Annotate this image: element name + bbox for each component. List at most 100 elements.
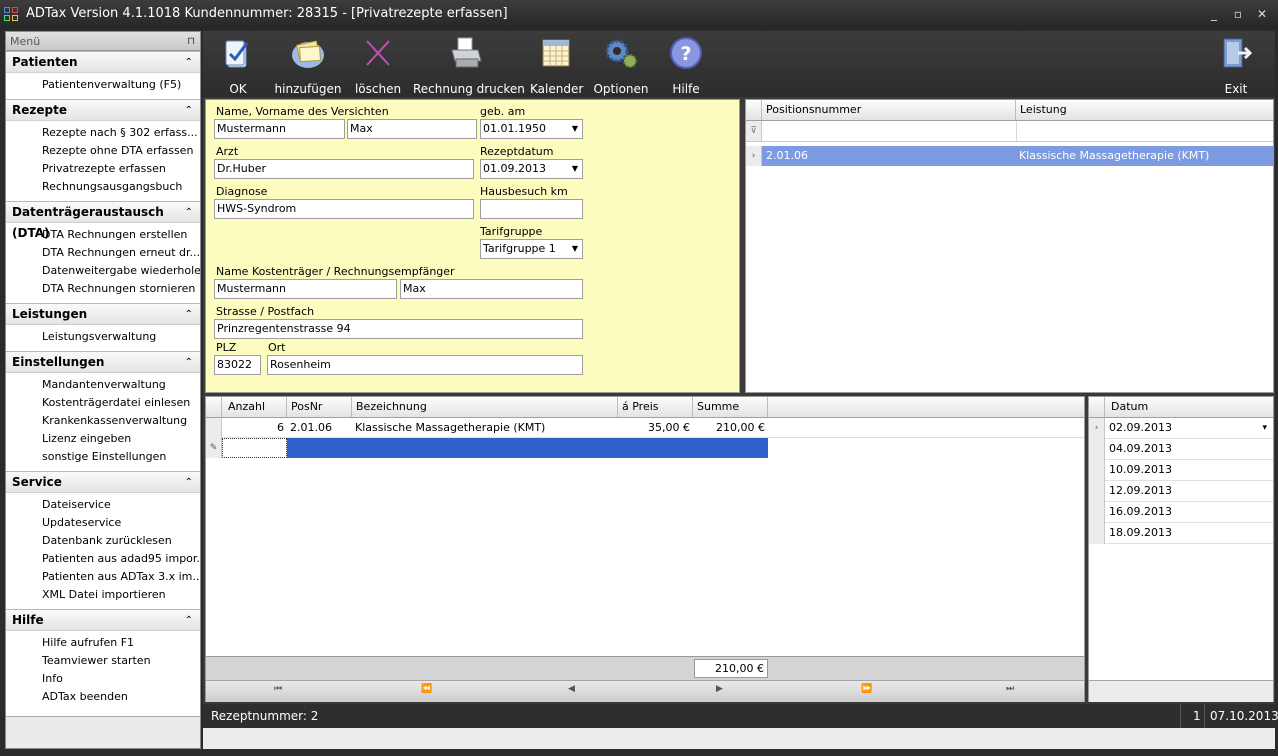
sidebar-item[interactable]: Datenweitergabe wiederholen <box>6 262 200 280</box>
collapse-chevron-icon[interactable]: ⌃ <box>185 352 193 373</box>
calendar-button[interactable]: Kalender <box>530 35 583 97</box>
sidebar-item[interactable]: Privatrezepte erfassen <box>6 160 200 178</box>
close-button[interactable]: ✕ <box>1254 6 1270 22</box>
sidebar-item[interactable]: Leistungsverwaltung <box>6 328 200 346</box>
new-qty-cell[interactable] <box>222 438 287 458</box>
last-page-icon[interactable]: ⏭ <box>1006 684 1014 694</box>
payer-last-name-field[interactable]: Mustermann <box>214 279 397 299</box>
sidebar-group-header[interactable]: Service ⌃ <box>6 471 200 493</box>
first-page-icon[interactable]: ⏮ <box>274 684 282 694</box>
date-row[interactable]: 16.09.2013 <box>1105 502 1273 523</box>
qty-cell[interactable]: 6 <box>222 418 287 438</box>
posnr-cell[interactable]: 2.01.06 <box>287 418 352 438</box>
filter-icon[interactable]: ⊽ <box>746 121 762 141</box>
diagnosis-field[interactable]: HWS-Syndrom <box>214 199 474 219</box>
sidebar-item[interactable]: sonstige Einstellungen <box>6 448 200 466</box>
street-field[interactable]: Prinzregentenstrasse 94 <box>214 319 583 339</box>
sidebar-item[interactable]: DTA Rechnungen stornieren <box>6 280 200 298</box>
dob-picker[interactable]: 01.01.1950 ▼ <box>480 119 583 139</box>
first-name-field[interactable]: Max <box>347 119 477 139</box>
sidebar-item[interactable]: Hilfe aufrufen F1 <box>6 634 200 652</box>
sidebar-item[interactable]: Kostenträgerdatei einlesen <box>6 394 200 412</box>
sidebar-item[interactable]: Dateiservice <box>6 496 200 514</box>
city-field[interactable]: Rosenheim <box>267 355 583 375</box>
sidebar-item[interactable]: Rechnungsausgangsbuch <box>6 178 200 196</box>
sidebar-group-title: Einstellungen <box>12 355 105 369</box>
table-row[interactable]: 6 2.01.06 Klassische Massagetherapie (KM… <box>206 418 1084 438</box>
gears-icon <box>603 35 639 71</box>
dropdown-arrow-icon[interactable]: ▾ <box>1262 418 1267 438</box>
prev-record-icon[interactable]: ◀ <box>568 684 575 694</box>
collapse-chevron-icon[interactable]: ⌃ <box>185 100 193 121</box>
sidebar-item[interactable]: Teamviewer starten <box>6 652 200 670</box>
col-datum[interactable]: Datum <box>1105 397 1273 417</box>
minimize-button[interactable]: _ <box>1206 6 1222 22</box>
next-record-icon[interactable]: ▶ <box>716 684 723 694</box>
sidebar-item[interactable]: Krankenkassenverwaltung <box>6 412 200 430</box>
sidebar-item[interactable]: Rezepte ohne DTA erfassen <box>6 142 200 160</box>
position-number-cell[interactable]: 2.01.06 <box>763 146 1015 166</box>
table-row[interactable]: › 2.01.06 Klassische Massagetherapie (KM… <box>746 146 1273 166</box>
house-visit-field[interactable] <box>480 199 583 219</box>
sidebar-item[interactable]: Info <box>6 670 200 688</box>
sidebar-item[interactable]: Patientenverwaltung (F5) <box>6 76 200 94</box>
col-posnr[interactable]: PosNr <box>287 397 352 417</box>
tariff-select[interactable]: Tarifgruppe 1 ▼ <box>480 239 583 259</box>
sidebar-item[interactable]: Patienten aus adad95 impor... <box>6 550 200 568</box>
date-row[interactable]: 04.09.2013 <box>1105 439 1273 460</box>
rx-date-picker[interactable]: 01.09.2013 ▼ <box>480 159 583 179</box>
sum-cell[interactable]: 210,00 € <box>693 418 768 438</box>
exit-button[interactable]: Exit <box>1214 35 1258 97</box>
description-cell[interactable]: Klassische Massagetherapie (KMT) <box>352 418 618 438</box>
add-button[interactable]: hinzufügen <box>273 35 343 97</box>
date-row[interactable]: 18.09.2013 <box>1105 523 1273 544</box>
collapse-chevron-icon[interactable]: ⌃ <box>185 52 193 73</box>
date-row[interactable]: 12.09.2013 <box>1105 481 1273 502</box>
sidebar-group-header[interactable]: Einstellungen ⌃ <box>6 351 200 373</box>
sidebar-item[interactable]: Updateservice <box>6 514 200 532</box>
sidebar-item[interactable]: Mandantenverwaltung <box>6 376 200 394</box>
collapse-chevron-icon[interactable]: ⌃ <box>185 202 193 223</box>
help-button[interactable]: ? Hilfe <box>664 35 708 97</box>
col-leistung[interactable]: Leistung <box>1016 100 1273 120</box>
date-row[interactable]: 02.09.2013 ▾ <box>1105 418 1273 439</box>
next-page-icon[interactable]: ⏩ <box>861 684 872 694</box>
collapse-chevron-icon[interactable]: ⌃ <box>185 610 193 631</box>
sidebar-item[interactable]: DTA Rechnungen erneut dr... <box>6 244 200 262</box>
sidebar-group-header[interactable]: Hilfe ⌃ <box>6 609 200 631</box>
sidebar-item[interactable]: Patienten aus ADTax 3.x im... <box>6 568 200 586</box>
doctor-field[interactable]: Dr.Huber <box>214 159 474 179</box>
sidebar-group-header[interactable]: Datenträgeraustausch (DTA) ⌃ <box>6 201 200 240</box>
payer-first-name-field[interactable]: Max <box>400 279 583 299</box>
ok-button[interactable]: OK <box>216 35 260 97</box>
maximize-button[interactable]: ▫ <box>1230 6 1246 22</box>
sidebar-item[interactable]: XML Datei importieren <box>6 586 200 604</box>
zip-field[interactable]: 83022 <box>214 355 261 375</box>
col-preis[interactable]: á Preis <box>618 397 693 417</box>
sidebar-item[interactable]: ADTax beenden <box>6 688 200 706</box>
prev-page-icon[interactable]: ⏪ <box>421 684 432 694</box>
collapse-chevron-icon[interactable]: ⌃ <box>185 304 193 325</box>
print-invoice-button[interactable]: Rechnung drucken <box>413 35 525 97</box>
sidebar-item[interactable]: Datenbank zurücklesen <box>6 532 200 550</box>
pin-icon[interactable]: ⊓ <box>187 32 195 51</box>
col-positionsnummer[interactable]: Positionsnummer <box>762 100 1016 120</box>
sidebar-group-header[interactable]: Rezepte ⌃ <box>6 99 200 121</box>
col-summe[interactable]: Summe <box>693 397 768 417</box>
date-row[interactable]: 10.09.2013 <box>1105 460 1273 481</box>
filter-row[interactable]: ⊽ <box>746 121 1273 142</box>
delete-button[interactable]: löschen <box>353 35 403 97</box>
options-button[interactable]: Optionen <box>593 35 649 97</box>
price-cell[interactable]: 35,00 € <box>618 418 693 438</box>
col-anzahl[interactable]: Anzahl <box>222 397 287 417</box>
collapse-chevron-icon[interactable]: ⌃ <box>185 472 193 493</box>
new-item-row[interactable]: ✎ <box>206 438 768 458</box>
sidebar-item[interactable]: Rezepte nach § 302 erfass... <box>6 124 200 142</box>
sidebar-group-header[interactable]: Leistungen ⌃ <box>6 303 200 325</box>
service-cell[interactable]: Klassische Massagetherapie (KMT) <box>1016 146 1273 166</box>
last-name-field[interactable]: Mustermann <box>214 119 345 139</box>
col-bezeichnung[interactable]: Bezeichnung <box>352 397 618 417</box>
sidebar-group-header[interactable]: Patienten ⌃ <box>6 51 200 73</box>
new-row-selection[interactable] <box>287 438 768 458</box>
sidebar-item[interactable]: Lizenz eingeben <box>6 430 200 448</box>
